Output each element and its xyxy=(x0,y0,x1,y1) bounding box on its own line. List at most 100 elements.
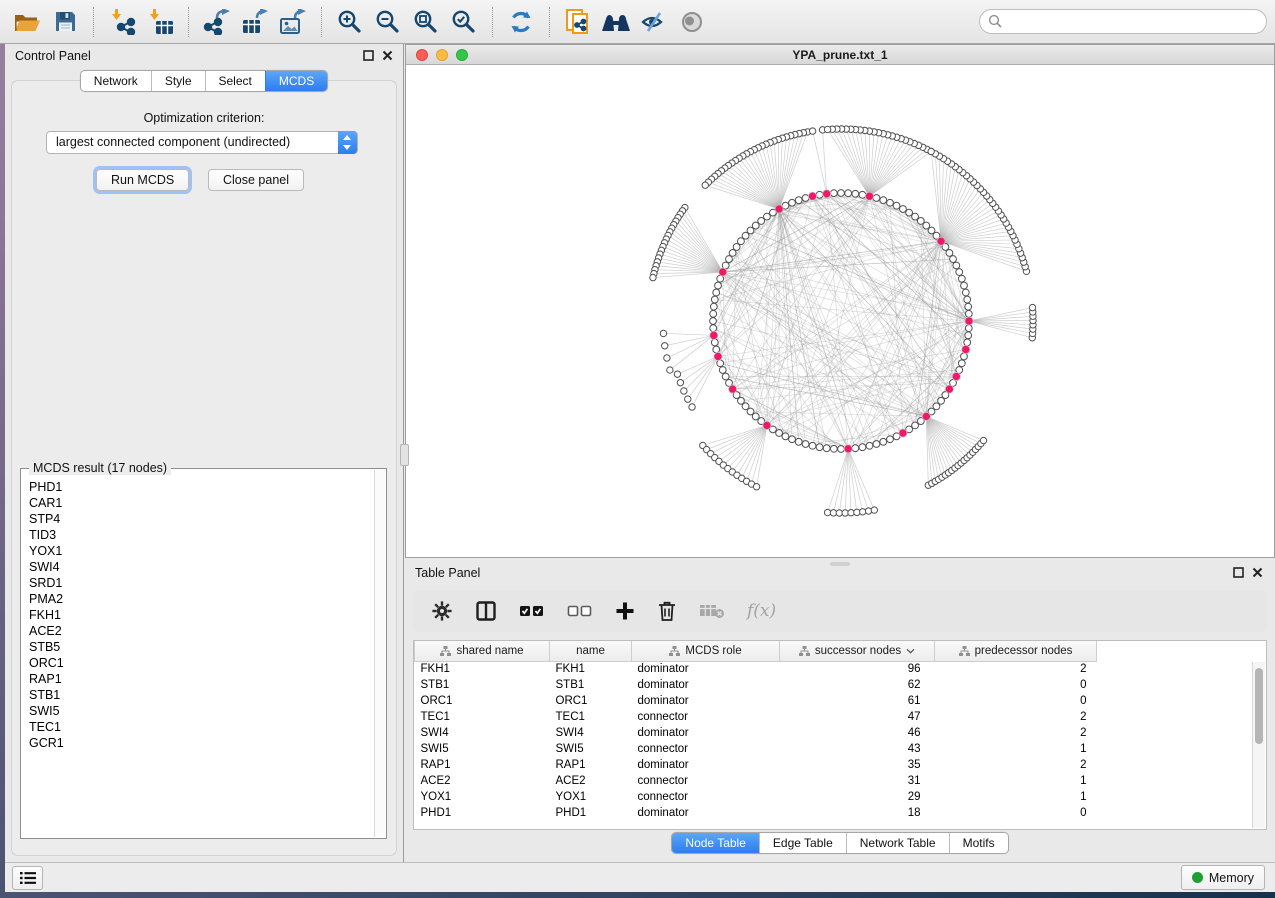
close-panel-icon[interactable] xyxy=(382,50,393,61)
graph-node[interactable] xyxy=(964,339,971,346)
graph-mcds-node[interactable] xyxy=(775,205,783,213)
table-cell[interactable]: 35 xyxy=(780,757,935,773)
table-cell[interactable]: 46 xyxy=(780,725,935,741)
table-cell[interactable]: 61 xyxy=(780,693,935,709)
table-cell[interactable]: ORC1 xyxy=(415,693,550,709)
graph-node[interactable] xyxy=(710,303,717,310)
open-button[interactable] xyxy=(8,5,46,39)
graph-leaf-node[interactable] xyxy=(689,404,695,410)
table-cell[interactable]: dominator xyxy=(632,725,780,741)
graph-node[interactable] xyxy=(880,438,887,445)
table-row[interactable]: FKH1FKH1dominator962 xyxy=(415,661,1243,677)
tab-network[interactable]: Network xyxy=(81,71,151,91)
table-cell[interactable]: 2 xyxy=(935,725,1097,741)
graph-node[interactable] xyxy=(893,202,900,209)
deselect-all-button[interactable] xyxy=(567,604,593,618)
task-history-button[interactable] xyxy=(12,866,43,890)
float-panel-icon[interactable] xyxy=(1233,567,1244,578)
graph-mcds-node[interactable] xyxy=(808,192,816,200)
table-cell[interactable]: dominator xyxy=(632,677,780,693)
graph-node[interactable] xyxy=(816,444,823,451)
tab-node-table[interactable]: Node Table xyxy=(672,833,759,853)
table-cell[interactable]: STB1 xyxy=(550,677,632,693)
graph-node[interactable] xyxy=(789,199,796,206)
close-panel-button[interactable]: Close panel xyxy=(208,169,304,191)
table-cell[interactable]: YOX1 xyxy=(415,789,550,805)
table-settings-button[interactable] xyxy=(431,600,453,622)
graph-node[interactable] xyxy=(823,445,830,452)
graph-mcds-node[interactable] xyxy=(714,352,722,360)
graph-node[interactable] xyxy=(852,190,859,197)
table-cell[interactable]: 2 xyxy=(935,709,1097,725)
memory-button[interactable]: Memory xyxy=(1181,865,1265,890)
table-cell[interactable]: connector xyxy=(632,773,780,789)
graph-node[interactable] xyxy=(887,199,894,206)
table-scrollbar-thumb[interactable] xyxy=(1255,668,1263,744)
graph-node[interactable] xyxy=(710,310,717,317)
table-cell[interactable]: 18 xyxy=(780,805,935,821)
column-header-MCDS-role[interactable]: MCDS role xyxy=(632,641,780,661)
zoom-in-button[interactable] xyxy=(331,5,369,39)
graph-mcds-node[interactable] xyxy=(763,421,771,429)
table-cell[interactable]: dominator xyxy=(632,805,780,821)
tab-network-table[interactable]: Network Table xyxy=(846,833,949,853)
graph-node[interactable] xyxy=(838,190,845,197)
graph-node[interactable] xyxy=(802,195,809,202)
graph-leaf-node[interactable] xyxy=(667,367,673,373)
network-canvas[interactable] xyxy=(406,65,1274,557)
graph-node[interactable] xyxy=(809,442,816,449)
mcds-result-item[interactable]: ACE2 xyxy=(29,623,372,639)
graph-leaf-node[interactable] xyxy=(650,274,656,280)
graph-node[interactable] xyxy=(962,289,969,296)
graph-leaf-node[interactable] xyxy=(674,371,680,377)
table-cell[interactable]: 29 xyxy=(780,789,935,805)
graph-node[interactable] xyxy=(838,446,845,453)
graph-node[interactable] xyxy=(950,256,957,263)
table-cell[interactable]: connector xyxy=(632,741,780,757)
export-network-button[interactable] xyxy=(198,5,236,39)
table-cell[interactable]: 2 xyxy=(935,661,1097,677)
table-cell[interactable]: 31 xyxy=(780,773,935,789)
column-header-successor-nodes[interactable]: successor nodes xyxy=(780,641,935,661)
table-cell[interactable]: 0 xyxy=(935,805,1097,821)
graph-node[interactable] xyxy=(964,296,971,303)
vertical-splitter-handle[interactable] xyxy=(400,444,409,466)
table-row[interactable]: ORC1ORC1dominator610 xyxy=(415,693,1243,709)
graph-leaf-node[interactable] xyxy=(702,182,708,188)
graph-node[interactable] xyxy=(900,206,907,213)
table-row[interactable]: SWI5SWI5connector431 xyxy=(415,741,1243,757)
graph-leaf-node[interactable] xyxy=(753,484,759,490)
graph-node[interactable] xyxy=(782,433,789,440)
graph-node[interactable] xyxy=(830,190,837,197)
graph-leaf-node[interactable] xyxy=(664,355,670,361)
search-input[interactable] xyxy=(979,9,1267,34)
graph-node[interactable] xyxy=(713,289,720,296)
graph-node[interactable] xyxy=(733,244,740,251)
table-cell[interactable]: 1 xyxy=(935,789,1097,805)
mcds-result-item[interactable]: PMA2 xyxy=(29,591,372,607)
mcds-result-item[interactable]: STP4 xyxy=(29,511,372,527)
graph-node[interactable] xyxy=(776,430,783,437)
table-cell[interactable]: SWI5 xyxy=(550,741,632,757)
graph-node[interactable] xyxy=(866,442,873,449)
graph-node[interactable] xyxy=(859,191,866,198)
graph-leaf-node[interactable] xyxy=(824,126,830,132)
graph-node[interactable] xyxy=(722,373,729,380)
apply-layout-button[interactable] xyxy=(502,5,540,39)
graph-node[interactable] xyxy=(873,195,880,202)
table-cell[interactable]: dominator xyxy=(632,757,780,773)
mcds-result-item[interactable]: SRD1 xyxy=(29,575,372,591)
add-column-button[interactable] xyxy=(615,601,635,621)
graph-node[interactable] xyxy=(816,191,823,198)
column-header-name[interactable]: name xyxy=(550,641,632,661)
table-cell[interactable]: TEC1 xyxy=(550,709,632,725)
mcds-result-item[interactable]: STB5 xyxy=(29,639,372,655)
graph-node[interactable] xyxy=(880,197,887,204)
graph-node[interactable] xyxy=(906,209,913,216)
graph-node[interactable] xyxy=(802,441,809,448)
graph-node[interactable] xyxy=(873,441,880,448)
table-cell[interactable]: dominator xyxy=(632,693,780,709)
show-all-button[interactable] xyxy=(673,5,711,39)
close-panel-icon[interactable] xyxy=(1252,567,1263,578)
mcds-result-item[interactable]: YOX1 xyxy=(29,543,372,559)
